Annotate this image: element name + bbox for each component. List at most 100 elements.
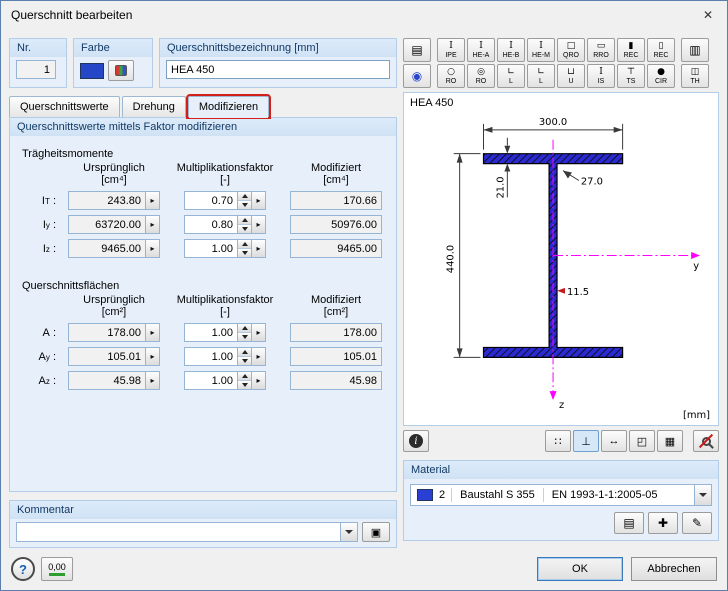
- value-picker-button[interactable]: ▸: [146, 371, 160, 390]
- solid-sections-button[interactable]: ◉: [403, 64, 431, 88]
- dimensions-icon: ↔: [608, 435, 620, 447]
- info-button[interactable]: i: [403, 430, 429, 452]
- value-picker-button[interactable]: ▸: [252, 347, 266, 366]
- section-type-u-button[interactable]: ⊔ U: [557, 64, 585, 88]
- new-material-button[interactable]: ✚: [648, 512, 678, 534]
- table-row: A : 178.00 ▸ 1.00 ▸ 178.00: [22, 323, 384, 342]
- table-row: Iy : 63720.00 ▸ 0.80 ▸ 50976.00: [22, 215, 384, 234]
- ok-button[interactable]: OK: [537, 557, 623, 581]
- factor-input[interactable]: 1.00: [184, 347, 238, 366]
- value-picker-button[interactable]: ▸: [252, 323, 266, 342]
- col-original-unit: [cm²]: [101, 306, 127, 318]
- tab-modifizieren[interactable]: Modifizieren: [185, 94, 272, 119]
- section-type-rec-button[interactable]: ▮ REC: [617, 38, 645, 62]
- hem-section-icon: Ι: [539, 40, 543, 51]
- info-icon: i: [409, 434, 423, 448]
- number-group: Nr. 1: [9, 38, 67, 88]
- section-type-rro-button[interactable]: ▭ RRO: [587, 38, 615, 62]
- section-type-hea-button[interactable]: Ι HE-A: [467, 38, 495, 62]
- dim-radius-label: 27.0: [581, 176, 603, 187]
- value-picker-button[interactable]: ▸: [146, 347, 160, 366]
- factor-input[interactable]: 1.00: [184, 239, 238, 258]
- close-button[interactable]: ✕: [689, 1, 727, 29]
- comment-templates-button[interactable]: ▣: [362, 522, 390, 542]
- picker-arrow-icon: ▸: [256, 328, 261, 337]
- original-value-field[interactable]: 45.98: [68, 371, 146, 390]
- value-picker-button[interactable]: ▸: [146, 323, 160, 342]
- color-picker-button[interactable]: [108, 60, 134, 81]
- toggle-stress-points-button[interactable]: ∷: [545, 430, 571, 452]
- material-color-swatch: [417, 489, 433, 501]
- material-library-button[interactable]: ▤: [614, 512, 644, 534]
- table-row: Iz : 9465.00 ▸ 1.00 ▸ 9465.00: [22, 239, 384, 258]
- section-type-qro-button[interactable]: □ QRO: [557, 38, 585, 62]
- help-button[interactable]: ?: [11, 557, 35, 581]
- toggle-outline-button[interactable]: ◰: [629, 430, 655, 452]
- factor-spinner[interactable]: [238, 239, 252, 258]
- section-type-heb-button[interactable]: Ι HE-B: [497, 38, 525, 62]
- col-factor-label: Multiplikationsfaktor: [176, 162, 274, 174]
- section-type-ipe-button[interactable]: Ι IPE: [437, 38, 465, 62]
- section-type-rec2-button[interactable]: ▯ REC: [647, 38, 675, 62]
- rec-section-icon: ▮: [628, 40, 634, 51]
- factor-spinner[interactable]: [238, 347, 252, 366]
- original-value-field[interactable]: 9465.00: [68, 239, 146, 258]
- factor-spinner[interactable]: [238, 371, 252, 390]
- value-picker-button[interactable]: ▸: [252, 215, 266, 234]
- value-picker-button[interactable]: ▸: [146, 239, 160, 258]
- section-type-is-button[interactable]: Ι IS: [587, 64, 615, 88]
- value-picker-button[interactable]: ▸: [252, 191, 266, 210]
- comment-dropdown-button[interactable]: [340, 523, 357, 541]
- section-type-ts-button[interactable]: ⊤ TS: [617, 64, 645, 88]
- tab-drehung[interactable]: Drehung: [121, 96, 186, 117]
- toggle-axes-button[interactable]: ⊥: [573, 430, 599, 452]
- tab-bar: Querschnittswerte Drehung Modifizieren: [9, 94, 397, 119]
- original-value-field[interactable]: 243.80: [68, 191, 146, 210]
- section-number-field[interactable]: 1: [16, 60, 56, 79]
- factor-input[interactable]: 1.00: [184, 371, 238, 390]
- units-settings-button[interactable]: 0,00: [41, 557, 73, 581]
- rro-section-icon: ▭: [596, 40, 606, 51]
- section-type-ro-button[interactable]: ○ RO: [437, 64, 465, 88]
- picker-arrow-icon: ▸: [150, 220, 155, 229]
- material-group: Material 2 Baustahl S 355 EN 1993-1-1:20…: [403, 460, 719, 541]
- material-combobox[interactable]: 2 Baustahl S 355 EN 1993-1-1:2005-05: [410, 484, 712, 506]
- header-row: Nr. 1 Farbe Querschnittsbezeichnung [mm]: [9, 38, 397, 88]
- picker-arrow-icon: ▸: [150, 196, 155, 205]
- value-picker-button[interactable]: ▸: [252, 239, 266, 258]
- value-picker-button[interactable]: ▸: [252, 371, 266, 390]
- hea-section-icon: Ι: [479, 40, 483, 51]
- toggle-dimensions-button[interactable]: ↔: [601, 430, 627, 452]
- section-type-th-button[interactable]: ◫ TH: [681, 64, 709, 88]
- material-dropdown-button[interactable]: [694, 485, 711, 505]
- factor-spinner[interactable]: [238, 215, 252, 234]
- section-library-button[interactable]: ▤: [403, 38, 431, 62]
- edit-material-button[interactable]: ✎: [682, 512, 712, 534]
- toggle-values-button[interactable]: ▦: [657, 430, 683, 452]
- comment-combobox[interactable]: [16, 522, 358, 542]
- factor-input[interactable]: 0.70: [184, 191, 238, 210]
- value-picker-button[interactable]: ▸: [146, 191, 160, 210]
- section-type-hem-button[interactable]: Ι HE-M: [527, 38, 555, 62]
- factor-input[interactable]: 1.00: [184, 323, 238, 342]
- section-type-ro2-button[interactable]: ◎ RO: [467, 64, 495, 88]
- dim-height-label: 440.0: [446, 245, 457, 273]
- spin-up-icon: [241, 326, 248, 330]
- original-value-field[interactable]: 105.01: [68, 347, 146, 366]
- section-type-l-button[interactable]: ∟ L: [497, 64, 525, 88]
- zoom-off-button[interactable]: [693, 430, 719, 452]
- tab-querschnittswerte[interactable]: Querschnittswerte: [9, 96, 120, 117]
- designation-input[interactable]: [166, 60, 390, 79]
- solid-sections-icon: ◉: [411, 69, 423, 83]
- section-type-cir-button[interactable]: ● CIR: [647, 64, 675, 88]
- factor-input[interactable]: 0.80: [184, 215, 238, 234]
- spin-down-icon: [241, 383, 248, 387]
- original-value-field[interactable]: 63720.00: [68, 215, 146, 234]
- factor-spinner[interactable]: [238, 191, 252, 210]
- cancel-button[interactable]: Abbrechen: [631, 557, 717, 581]
- original-value-field[interactable]: 178.00: [68, 323, 146, 342]
- factor-spinner[interactable]: [238, 323, 252, 342]
- value-picker-button[interactable]: ▸: [146, 215, 160, 234]
- section-type-l2-button[interactable]: ∟ L: [527, 64, 555, 88]
- sections-panel-button[interactable]: ▥: [681, 38, 709, 62]
